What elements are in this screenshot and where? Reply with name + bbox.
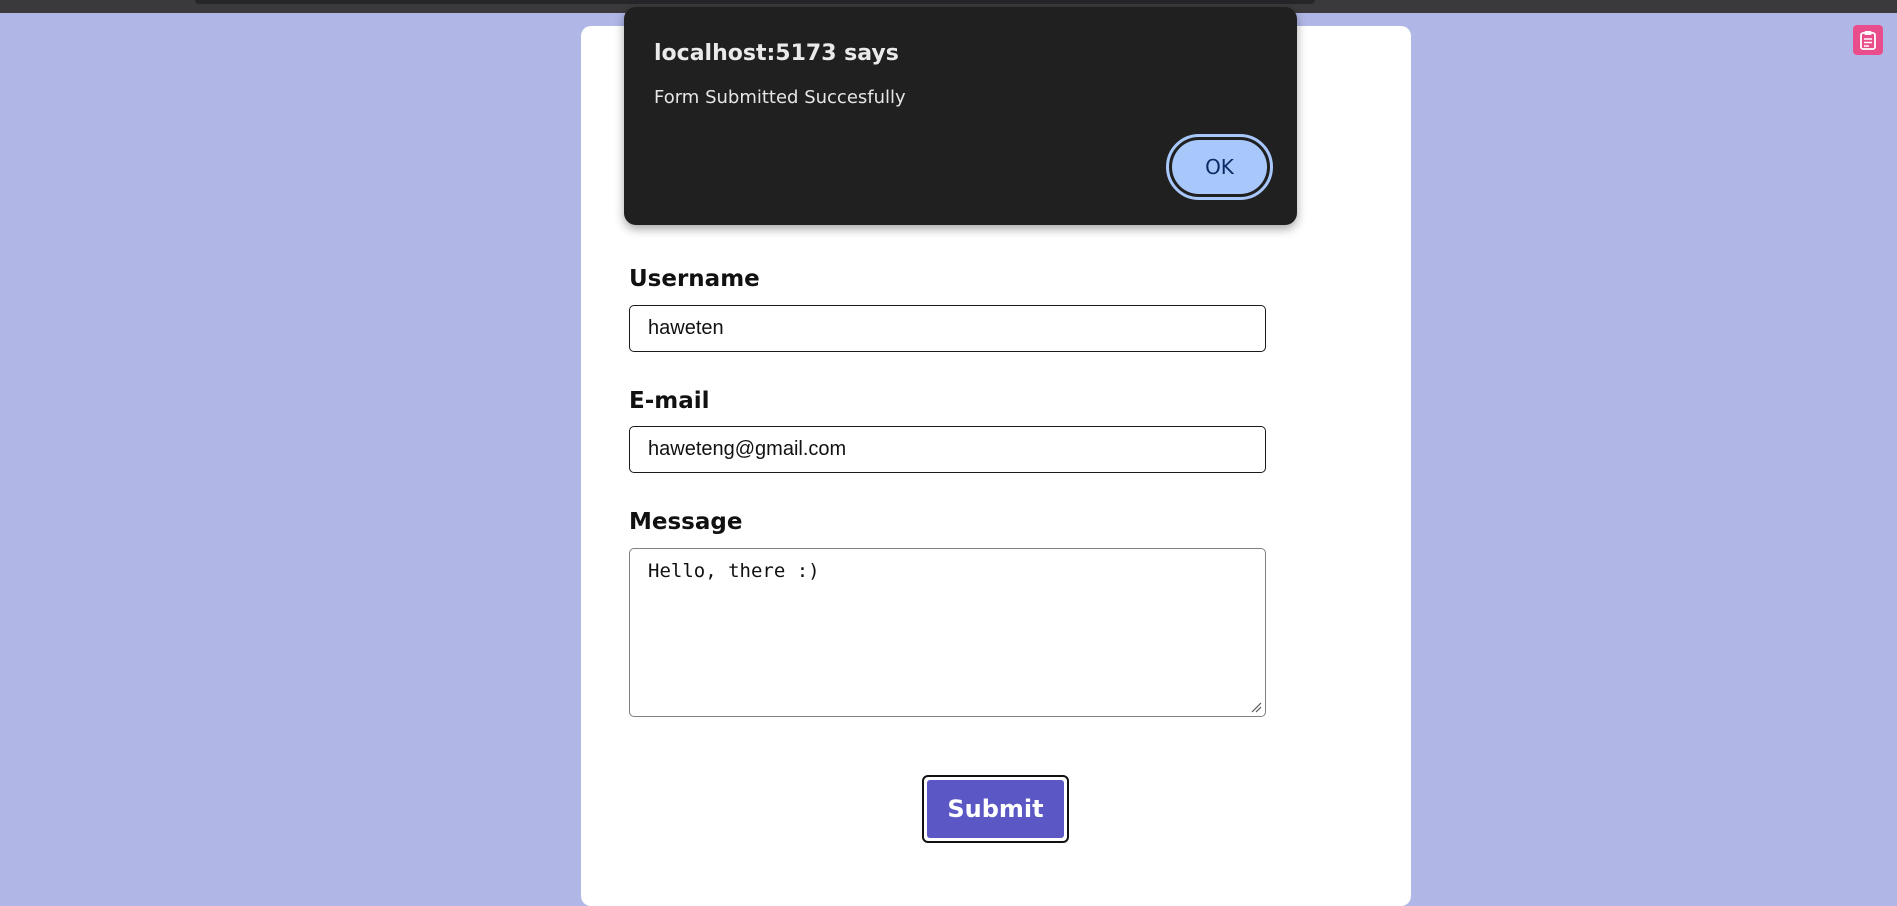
username-label: Username	[629, 266, 760, 292]
submit-button[interactable]: Submit	[922, 775, 1069, 843]
alert-dialog: localhost:5173 says Form Submitted Succe…	[624, 7, 1297, 225]
dialog-message: Form Submitted Succesfully	[654, 87, 906, 108]
ok-button[interactable]: OK	[1166, 134, 1273, 200]
ok-label: OK	[1172, 140, 1267, 194]
browser-toolbar-edge	[195, 0, 1315, 4]
email-input[interactable]: haweteng@gmail.com	[629, 426, 1266, 473]
message-textarea[interactable]: Hello, there :)	[629, 548, 1266, 717]
dialog-title: localhost:5173 says	[654, 41, 899, 66]
resize-handle-icon[interactable]	[1250, 701, 1262, 713]
message-label: Message	[629, 509, 743, 535]
submit-label: Submit	[927, 780, 1064, 838]
message-text: Hello, there :)	[648, 560, 820, 582]
clipboard-icon[interactable]	[1853, 25, 1883, 55]
email-label: E-mail	[629, 388, 710, 414]
username-input[interactable]: haweten	[629, 305, 1266, 352]
